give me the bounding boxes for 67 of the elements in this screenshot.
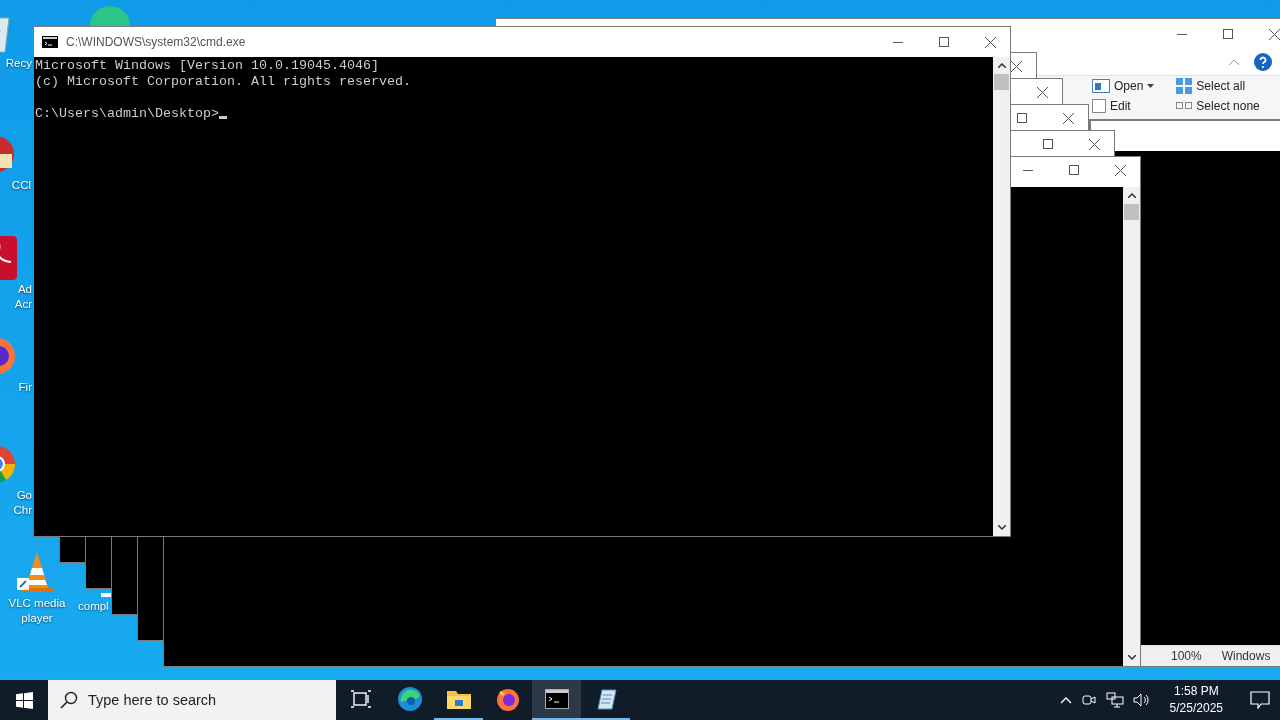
terminal-icon — [42, 36, 58, 48]
terminal-icon — [544, 689, 569, 709]
console-line: Microsoft Windows [Version 10.0.19045.4046] — [35, 58, 380, 74]
close-icon — [1268, 28, 1280, 40]
ribbon-button[interactable]: Open — [1092, 78, 1155, 93]
maximize-icon — [1223, 29, 1233, 39]
minimize-icon — [1177, 33, 1187, 35]
ribbon-button[interactable]: Select all — [1176, 78, 1260, 93]
firefox-icon — [494, 686, 521, 712]
clock-time: 1:58 PM — [1173, 683, 1219, 700]
ribbon-button[interactable]: Edit — [1092, 98, 1155, 113]
grid-icon — [1176, 77, 1193, 94]
icon-label[interactable]: Chr — [13, 503, 32, 518]
icon-label[interactable]: Recy — [5, 56, 32, 71]
status-text: Windows — [1221, 649, 1271, 663]
close-icon — [1036, 86, 1048, 98]
console-line: (c) Microsoft Corporation. All rights reserved. — [35, 74, 412, 90]
network-icon[interactable] — [1105, 692, 1124, 708]
notification-icon[interactable] — [1250, 691, 1270, 709]
ribbon-button[interactable]: Select none — [1176, 98, 1260, 113]
edge-icon — [396, 686, 423, 712]
scroll-thumb[interactable] — [1124, 204, 1139, 220]
close-icon — [1062, 112, 1074, 124]
page-icon — [1092, 98, 1106, 113]
icon-label[interactable]: player — [21, 611, 53, 626]
scrollbar[interactable] — [993, 57, 1010, 536]
chevron-up-icon — [1127, 193, 1136, 198]
scroll-thumb[interactable] — [994, 74, 1009, 90]
window-title: C:\WINDOWS\system32\cmd.exe — [66, 35, 247, 49]
search-field[interactable]: Type here to search — [48, 680, 336, 720]
text-cursor — [218, 116, 227, 119]
close-icon — [984, 36, 996, 48]
clock-date: 5/25/2025 — [1169, 700, 1223, 717]
window-icon — [1092, 78, 1110, 93]
chevron-down-icon — [1127, 655, 1136, 660]
help-icon[interactable] — [1254, 53, 1272, 71]
close-icon — [1088, 138, 1100, 150]
search-icon — [60, 691, 78, 709]
chevron-down-icon — [997, 525, 1006, 530]
close-icon — [1010, 60, 1022, 72]
maximize-icon — [1043, 139, 1053, 149]
minimize-icon — [1023, 169, 1033, 171]
volume-icon[interactable] — [1132, 692, 1151, 708]
maximize-icon — [1017, 113, 1027, 123]
empty-grid-icon — [1176, 102, 1193, 109]
status-text: 100% — [1171, 649, 1202, 663]
camera-icon[interactable] — [1080, 692, 1097, 708]
caret-icon — [1147, 83, 1155, 88]
task-view-icon — [350, 690, 371, 708]
icon-label[interactable]: Fir — [18, 380, 32, 395]
taskbar-app-button[interactable] — [532, 680, 581, 720]
scrollbar[interactable] — [1123, 187, 1140, 666]
icon-label[interactable]: compl — [78, 599, 109, 614]
maximize-icon — [939, 37, 949, 47]
chevron-up-icon — [997, 63, 1006, 68]
console-prompt: C:\Users\admin\Desktop> — [35, 106, 992, 122]
folder-icon — [445, 688, 472, 710]
maximize-icon — [1069, 165, 1079, 175]
clock[interactable]: 1:58 PM 5/25/2025 — [1169, 683, 1223, 717]
icon-label[interactable]: Go — [16, 488, 32, 503]
close-icon — [1114, 164, 1126, 176]
windows-logo-icon — [15, 691, 33, 709]
icon-label[interactable]: VLC media — [8, 596, 66, 611]
icon-label[interactable]: Ad — [17, 282, 32, 297]
minimize-icon — [893, 41, 903, 43]
icon-label[interactable]: Acr — [14, 297, 32, 312]
icon-label[interactable]: CCl — [11, 178, 31, 193]
